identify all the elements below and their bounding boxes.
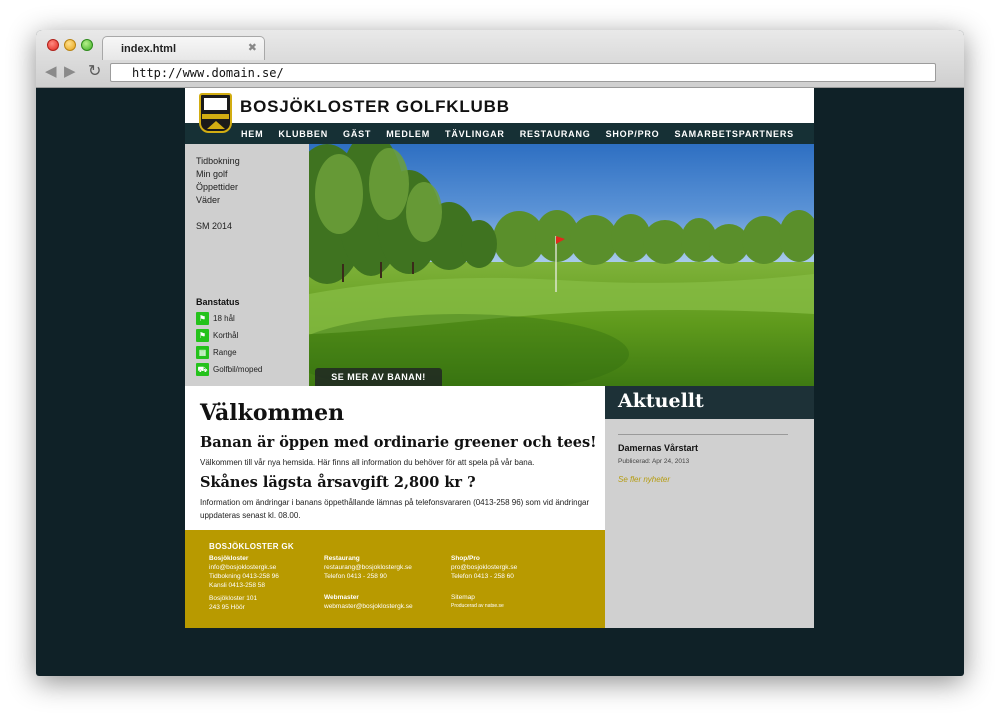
nav-item-klubben[interactable]: KLUBBEN [278, 129, 328, 139]
status-label: 18 hål [213, 314, 235, 323]
sidebar-link-vader[interactable]: Väder [196, 194, 240, 207]
golf-cart-icon: ⛟ [196, 363, 209, 376]
footer-email-link[interactable]: info@bosjoklostergk.se [209, 563, 279, 572]
course-status-title: Banstatus [196, 297, 240, 307]
nav-item-shop-pro[interactable]: SHOP/PRO [606, 129, 660, 139]
footer-email-link[interactable]: restaurang@bosjoklostergk.se [324, 563, 412, 572]
site-title[interactable]: BOSJÖKLOSTER GOLFKLUBB [240, 97, 510, 117]
nav-item-samarbetspartners[interactable]: SAMARBETSPARTNERS [675, 129, 794, 139]
news-header: Aktuellt [605, 386, 814, 419]
footer-title: BOSJÖKLOSTER GK [209, 542, 294, 551]
close-window-button[interactable] [47, 39, 59, 51]
forward-arrow-icon[interactable]: ▶ [64, 64, 76, 80]
hero-image: SE MER AV BANAN! [309, 144, 814, 386]
nav-item-tavlingar[interactable]: TÄVLINGAR [445, 129, 505, 139]
status-label: Korthål [213, 331, 239, 340]
club-logo[interactable] [199, 93, 232, 133]
logo-crest-top [204, 98, 227, 110]
footer-sitemap: Sitemap Producerad av natse.se [451, 593, 504, 610]
footer-heading: Bosjökloster [209, 555, 249, 562]
footer-contact-webmaster: Webmaster webmaster@bosjoklostergk.se [324, 593, 413, 611]
footer-contact-club: Bosjökloster info@bosjoklostergk.se Tidb… [209, 554, 279, 612]
welcome-heading: Välkommen [200, 400, 345, 426]
status-item-range: ▦ Range [196, 344, 262, 361]
flag-icon: ⚑ [196, 312, 209, 325]
news-heading: Aktuellt [618, 390, 704, 412]
footer-address: Bosjökloster 101 [209, 595, 258, 602]
browser-window: index.html ✖ ◀ ▶ ↻ http://www.domain.se/… [36, 30, 964, 676]
opening-info-text: Information om ändringar i banans öppeth… [200, 498, 590, 520]
news-item-title[interactable]: Damernas Vårstart [618, 443, 698, 453]
logo-mountain [207, 121, 225, 129]
tab-title: index.html [121, 43, 177, 55]
news-panel: Aktuellt Damernas Vårstart Publicerad: A… [605, 386, 814, 628]
footer-text: Telefon 0413 - 258 60 [451, 573, 514, 580]
footer-contact-shop: Shop/Pro pro@bosjoklostergk.se Telefon 0… [451, 554, 517, 581]
site-footer: BOSJÖKLOSTER GK Bosjökloster info@bosjok… [185, 530, 605, 628]
address-bar[interactable]: http://www.domain.se/ [110, 63, 936, 82]
footer-email-link[interactable]: webmaster@bosjoklostergk.se [324, 602, 413, 611]
status-label: Range [213, 348, 237, 357]
golf-course-photo [309, 144, 814, 386]
back-arrow-icon[interactable]: ◀ [45, 64, 57, 80]
reload-icon[interactable]: ↻ [88, 64, 101, 80]
tab-close-icon[interactable]: ✖ [248, 41, 257, 54]
range-icon: ▦ [196, 346, 209, 359]
nav-item-medlem[interactable]: MEDLEM [386, 129, 430, 139]
nav-item-gast[interactable]: GÄST [343, 129, 371, 139]
footer-text: Kansli 0413-258 58 [209, 582, 266, 589]
welcome-text: Välkommen till vår nya hemsida. Här finn… [200, 458, 535, 467]
sidebar-link-min-golf[interactable]: Min golf [196, 168, 240, 181]
sidebar: Tidbokning Min golf Öppettider Väder SM … [185, 144, 309, 386]
footer-address: 243 95 Höör [209, 604, 245, 611]
more-news-link[interactable]: Se fler nyheter [618, 475, 670, 484]
course-status: Banstatus ⚑ 18 hål ⚑ Korthål ▦ Range ⛟ G… [196, 297, 262, 378]
sidebar-link-oppettider[interactable]: Öppettider [196, 181, 240, 194]
footer-text: Tidbokning 0413-258 96 [209, 573, 279, 580]
site-header: BOSJÖKLOSTER GOLFKLUBB [185, 88, 814, 133]
annual-fee-heading: Skånes lägsta årsavgift 2,800 kr ? [200, 474, 476, 491]
url-text: http://www.domain.se/ [132, 66, 284, 80]
footer-heading: Restaurang [324, 555, 360, 562]
news-divider [618, 434, 788, 435]
main-content: Välkommen Banan är öppen med ordinarie g… [185, 386, 605, 530]
zoom-window-button[interactable] [81, 39, 93, 51]
footer-heading: Shop/Pro [451, 555, 480, 562]
nav-item-restaurang[interactable]: RESTAURANG [520, 129, 591, 139]
sidebar-link-sm-2014[interactable]: SM 2014 [196, 220, 240, 233]
status-label: Golfbil/moped [213, 365, 263, 374]
browser-tab[interactable]: index.html ✖ [102, 36, 265, 60]
sidebar-link-tidbokning[interactable]: Tidbokning [196, 155, 240, 168]
footer-contact-restaurant: Restaurang restaurang@bosjoklostergk.se … [324, 554, 412, 581]
website: BOSJÖKLOSTER GOLFKLUBB HEM KLUBBEN GÄST … [185, 88, 814, 628]
news-item-date: Publicerad: Apr 24, 2013 [618, 458, 690, 465]
minimize-window-button[interactable] [64, 39, 76, 51]
footer-heading: Webmaster [324, 594, 359, 601]
status-item-golfbil: ⛟ Golfbil/moped [196, 361, 262, 378]
producer-credit[interactable]: Producerad av natse.se [451, 602, 504, 610]
sitemap-link[interactable]: Sitemap [451, 593, 504, 602]
flag-icon: ⚑ [196, 329, 209, 342]
nav-item-hem[interactable]: HEM [241, 129, 263, 139]
see-more-course-button[interactable]: SE MER AV BANAN! [315, 368, 442, 386]
footer-email-link[interactable]: pro@bosjoklostergk.se [451, 563, 517, 572]
browser-chrome: index.html ✖ ◀ ▶ ↻ http://www.domain.se/ [36, 30, 964, 88]
logo-band [202, 114, 229, 119]
status-item-korthal: ⚑ Korthål [196, 327, 262, 344]
status-item-18-hal: ⚑ 18 hål [196, 310, 262, 327]
course-open-heading: Banan är öppen med ordinarie greener och… [200, 434, 597, 451]
main-navigation: HEM KLUBBEN GÄST MEDLEM TÄVLINGAR RESTAU… [185, 123, 814, 144]
footer-text: Telefon 0413 - 258 90 [324, 573, 387, 580]
